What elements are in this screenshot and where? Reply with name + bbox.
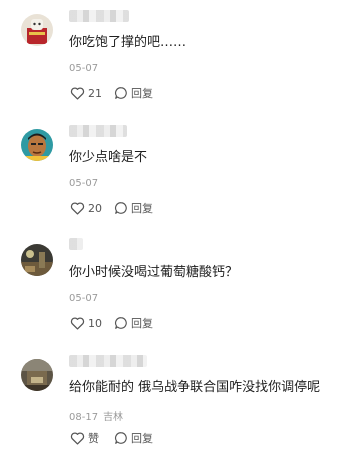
heart-icon [70, 87, 85, 100]
comment-item: 你小时候没喝过葡萄糖酸钙？ 05-07 10 回复 [0, 230, 345, 344]
heart-icon [70, 432, 85, 445]
comment-date: 05-07 [69, 63, 99, 74]
comment-meta: 05-07 [69, 63, 103, 74]
avatar[interactable] [21, 359, 53, 391]
comment-location: 吉林 [103, 412, 124, 423]
avatar[interactable] [21, 14, 53, 46]
like-button[interactable]: 20 [70, 201, 114, 215]
comment-meta: 08-17 吉林 [69, 408, 123, 423]
like-count: 赞 [88, 432, 99, 445]
reply-label: 回复 [131, 432, 153, 445]
comment-item: 给你能耐的 俄乌战争联合国咋没找你调停呢 08-17 吉林 赞 回复 [0, 345, 345, 459]
comment-date: 05-07 [69, 178, 99, 189]
like-count: 20 [88, 201, 102, 215]
comment-actions: 20 回复 [70, 200, 153, 216]
comment-text: 你吃饱了撑的吧…… [69, 35, 187, 50]
reply-label: 回复 [131, 202, 153, 215]
comment-meta: 05-07 [69, 178, 103, 189]
reply-label: 回复 [131, 87, 153, 100]
like-button[interactable]: 21 [70, 86, 114, 100]
comment-meta: 05-07 [69, 293, 103, 304]
avatar[interactable] [21, 244, 53, 276]
comment-date: 08-17 [69, 412, 99, 423]
heart-icon [70, 202, 85, 215]
username-blurred[interactable] [69, 238, 83, 250]
comment-actions: 10 回复 [70, 315, 153, 331]
reply-button[interactable]: 回复 [114, 200, 153, 216]
reply-button[interactable]: 回复 [114, 85, 153, 101]
like-button[interactable]: 10 [70, 316, 114, 330]
comment-text: 给你能耐的 俄乌战争联合国咋没找你调停呢 [69, 380, 321, 395]
avatar[interactable] [21, 129, 53, 161]
comment-actions: 赞 回复 [70, 430, 153, 446]
comment-bubble-icon [114, 432, 127, 444]
heart-icon [70, 317, 85, 330]
comment-text: 你少点啥是不 [69, 150, 148, 165]
reply-label: 回复 [131, 317, 153, 330]
comment-actions: 21 回复 [70, 85, 153, 101]
comment-item: 你少点啥是不 05-07 20 回复 [0, 115, 345, 229]
username-blurred[interactable] [69, 125, 127, 137]
comment-item: 你吃饱了撑的吧…… 05-07 21 回复 [0, 0, 345, 114]
comment-bubble-icon [114, 317, 127, 329]
reply-button[interactable]: 回复 [114, 315, 153, 331]
comment-text: 你小时候没喝过葡萄糖酸钙？ [69, 265, 239, 280]
username-blurred[interactable] [69, 10, 129, 22]
like-button[interactable]: 赞 [70, 430, 114, 446]
comment-date: 05-07 [69, 293, 99, 304]
like-count: 21 [88, 86, 102, 100]
reply-button[interactable]: 回复 [114, 430, 153, 446]
comment-bubble-icon [114, 87, 127, 99]
comment-bubble-icon [114, 202, 127, 214]
like-count: 10 [88, 316, 102, 330]
username-blurred[interactable] [69, 355, 147, 367]
